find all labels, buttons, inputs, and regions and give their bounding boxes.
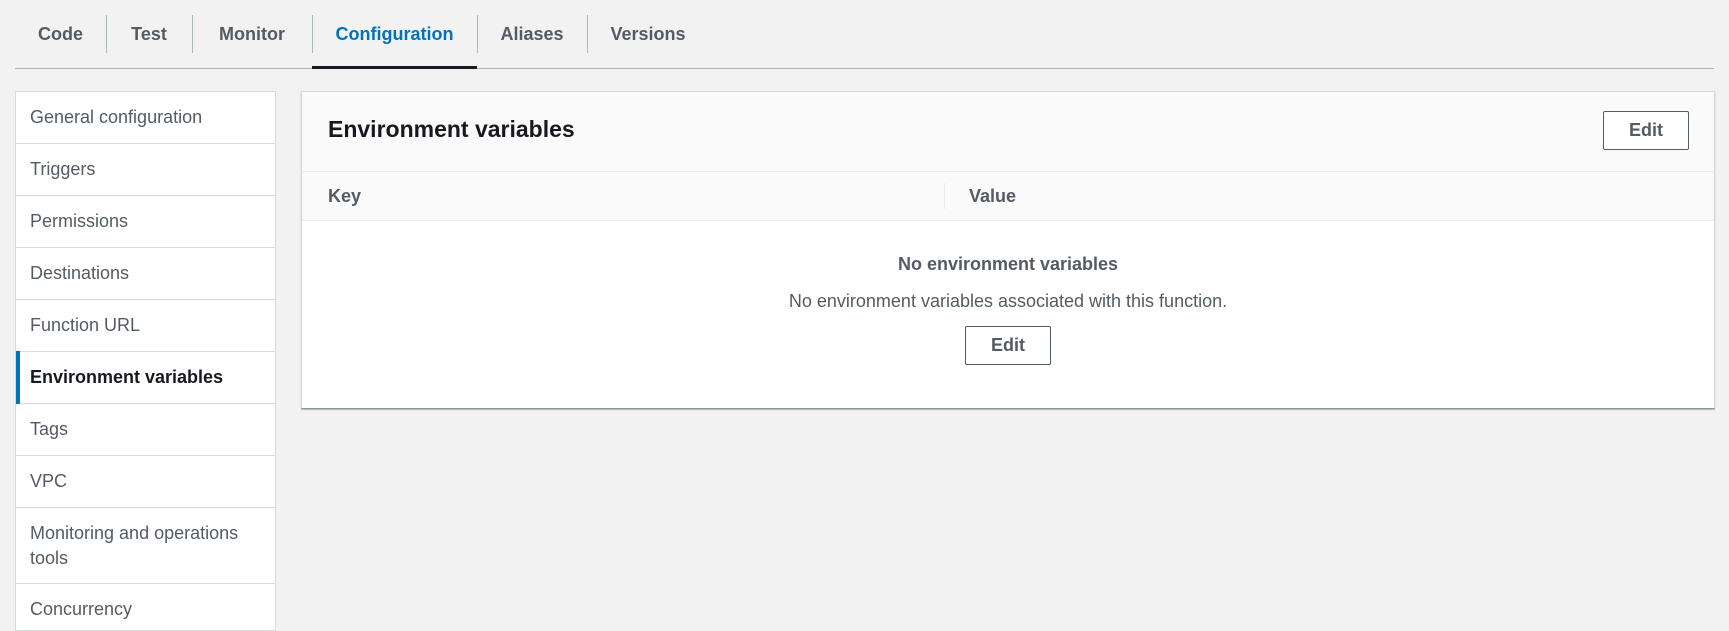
empty-state-title: No environment variables — [897, 254, 1119, 274]
sidebar-item-concurrency[interactable]: Concurrency — [16, 584, 275, 630]
tab-configuration[interactable]: Configuration — [312, 0, 477, 69]
column-header-key[interactable]: Key — [328, 172, 361, 220]
configuration-side-nav: General configuration Triggers Permissio… — [15, 91, 276, 631]
column-divider[interactable] — [944, 183, 945, 209]
sidebar-item-monitoring-tools[interactable]: Monitoring and operations tools — [16, 508, 275, 584]
edit-button[interactable]: Edit — [1603, 111, 1689, 150]
tab-code[interactable]: Code — [15, 0, 106, 68]
panel-header: Environment variables Edit — [302, 92, 1714, 172]
tab-test[interactable]: Test — [106, 0, 192, 68]
environment-variables-panel: Environment variables Edit Key Value No … — [301, 91, 1715, 409]
empty-state-edit-button[interactable]: Edit — [965, 326, 1051, 365]
sidebar-item-permissions[interactable]: Permissions — [16, 196, 275, 248]
sidebar-item-triggers[interactable]: Triggers — [16, 144, 275, 196]
sidebar-item-function-url[interactable]: Function URL — [16, 300, 275, 352]
empty-state: No environment variables No environment … — [302, 221, 1714, 365]
sidebar-item-environment-variables[interactable]: Environment variables — [16, 351, 275, 404]
sidebar-item-tags[interactable]: Tags — [16, 404, 275, 456]
sidebar-item-destinations[interactable]: Destinations — [16, 248, 275, 300]
sidebar-item-vpc[interactable]: VPC — [16, 456, 275, 508]
tab-monitor[interactable]: Monitor — [192, 0, 312, 68]
function-tabs: Code Test Monitor Configuration Aliases … — [15, 0, 1714, 69]
tab-aliases[interactable]: Aliases — [477, 0, 587, 68]
sidebar-item-general-configuration[interactable]: General configuration — [16, 92, 275, 144]
empty-state-description: No environment variables associated with… — [788, 291, 1228, 311]
table-header: Key Value — [302, 172, 1714, 221]
column-header-value[interactable]: Value — [969, 172, 1016, 220]
panel-title: Environment variables — [328, 116, 575, 142]
tab-versions[interactable]: Versions — [587, 0, 709, 68]
